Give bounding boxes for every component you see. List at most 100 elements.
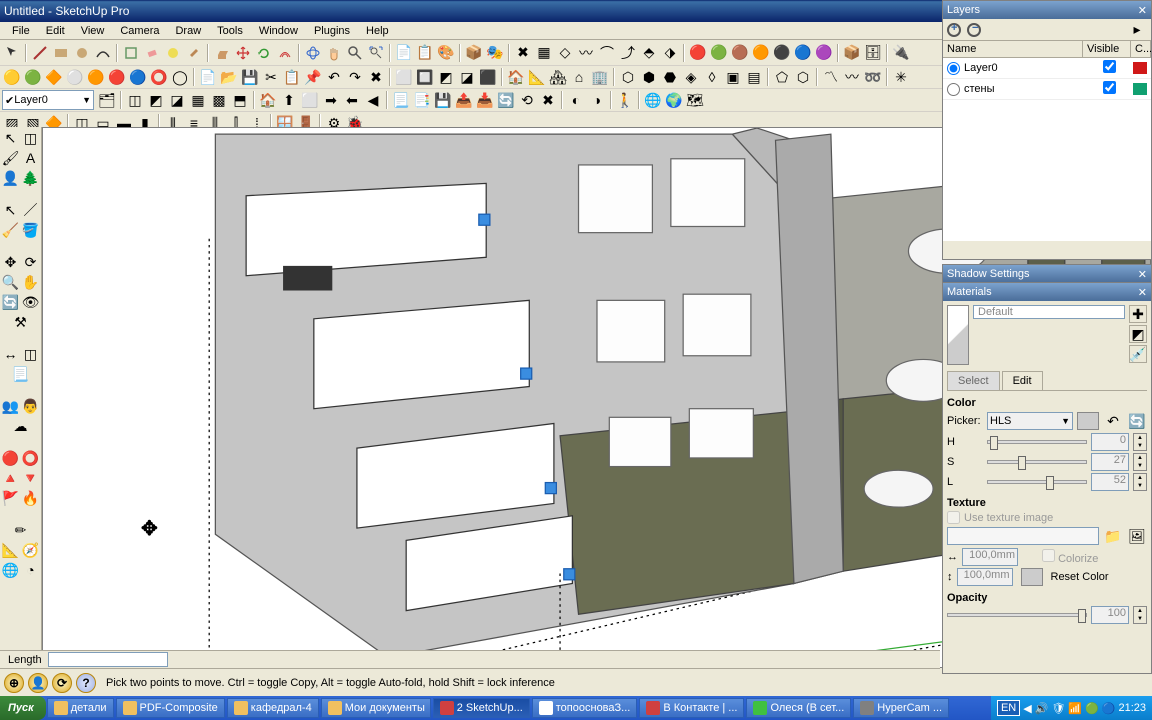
lt-zoom2-icon[interactable]: 🔍 (2, 273, 20, 291)
lt-eraser-icon[interactable]: 🧹 (2, 221, 20, 239)
tray-icon[interactable]: 📶 (1068, 702, 1082, 715)
lt-people-icon[interactable]: 👥 (2, 397, 20, 415)
shadow6-icon[interactable]: ⬒ (230, 90, 250, 110)
ring2-icon[interactable]: ◯ (170, 67, 190, 87)
lt-pie-icon[interactable]: ◔ (22, 561, 40, 579)
model-info-icon[interactable]: 📄 (394, 43, 414, 63)
opacity-slider[interactable] (947, 613, 1087, 617)
sphere5-icon[interactable]: ⚫ (772, 43, 792, 63)
sphere1-icon[interactable]: 🔴 (688, 43, 708, 63)
open-file-icon[interactable]: 📂 (219, 67, 239, 87)
status-geo-icon[interactable]: ⊕ (4, 673, 24, 693)
s-slider[interactable] (987, 460, 1087, 464)
lt-person-icon[interactable]: 👤 (2, 169, 20, 187)
earth1-icon[interactable]: 🌐 (643, 90, 663, 110)
wire4-icon[interactable]: ◈ (681, 67, 701, 87)
orbit-tool-icon[interactable] (303, 43, 323, 63)
copy-icon[interactable]: 📋 (282, 67, 302, 87)
paint-tool-icon[interactable] (184, 43, 204, 63)
reset-color-button[interactable]: Reset Color (1051, 571, 1109, 583)
lt-cloud-icon[interactable]: ☁ (12, 417, 30, 435)
curve3-icon[interactable]: ⤴ (618, 43, 638, 63)
left-icon[interactable]: ◀ (363, 90, 383, 110)
task-item[interactable]: В Контакте | ... (639, 698, 744, 718)
page3-icon[interactable]: 💾 (433, 90, 453, 110)
lt-red3-icon[interactable]: 🔺 (2, 469, 20, 487)
curve-icon[interactable]: 〰 (576, 43, 596, 63)
slice2-icon[interactable]: ◑ (587, 90, 607, 110)
material-name-input[interactable] (973, 305, 1125, 319)
teal-icon[interactable]: 🔵 (128, 67, 148, 87)
remove-layer-icon[interactable]: − (967, 23, 981, 37)
use-texture-checkbox[interactable] (947, 511, 960, 524)
l-spinner[interactable]: ▲▼ (1133, 473, 1147, 491)
new-file-icon[interactable]: 📄 (198, 67, 218, 87)
status-help-icon[interactable]: ? (76, 673, 96, 693)
orange-icon[interactable]: 🟠 (86, 67, 106, 87)
task-item[interactable]: 2 SketchUp... (433, 698, 530, 718)
circle-tool-icon[interactable] (72, 43, 92, 63)
sample-material-icon[interactable]: 💉 (1129, 345, 1147, 363)
page8-icon[interactable]: ✖ (538, 90, 558, 110)
front-icon[interactable]: ⬜ (300, 90, 320, 110)
cut-icon[interactable]: ✂ (261, 67, 281, 87)
shadow5-icon[interactable]: ▩ (209, 90, 229, 110)
rotate-tool-icon[interactable] (254, 43, 274, 63)
iso-icon[interactable]: 🏠 (258, 90, 278, 110)
entity-info-icon[interactable]: 📋 (415, 43, 435, 63)
lt-pan2-icon[interactable]: ✋ (22, 273, 40, 291)
sphere4-icon[interactable]: 🟠 (751, 43, 771, 63)
create-material-icon[interactable]: ✚ (1129, 305, 1147, 323)
shadow1-icon[interactable]: ◫ (125, 90, 145, 110)
house4-icon[interactable]: ⌂ (569, 67, 589, 87)
shadow-title[interactable]: Shadow Settings✕ (943, 265, 1151, 283)
layer-radio[interactable] (947, 62, 960, 75)
paste-icon[interactable]: 📌 (303, 67, 323, 87)
lt-page-icon[interactable]: 📃 (12, 365, 30, 383)
lt-red1-icon[interactable]: 🔴 (2, 449, 20, 467)
shape2-icon[interactable]: ⬗ (660, 43, 680, 63)
s-spinner[interactable]: ▲▼ (1133, 453, 1147, 471)
shadow4-icon[interactable]: ▦ (188, 90, 208, 110)
lt-text-icon[interactable]: A (22, 149, 40, 167)
status-sync-icon[interactable]: ⟳ (52, 673, 72, 693)
sphere6-icon[interactable]: 🔵 (793, 43, 813, 63)
task-item[interactable]: HyperCam ... (853, 698, 949, 718)
layer-color-swatch[interactable] (1133, 62, 1147, 74)
lt-bucket-icon[interactable]: 🪣 (22, 221, 40, 239)
yellow-icon[interactable]: 🟡 (2, 67, 22, 87)
lt-arrow-icon[interactable]: ↖ (2, 201, 20, 219)
layers-title[interactable]: Layers✕ (943, 1, 1151, 19)
sphere3-icon[interactable]: 🟤 (730, 43, 750, 63)
tape-tool-icon[interactable] (163, 43, 183, 63)
lt-red4-icon[interactable]: 🔻 (22, 469, 40, 487)
box-icon[interactable]: 📦 (842, 43, 862, 63)
lt-walk2-icon[interactable]: 👁 (22, 293, 40, 311)
lt-flag-icon[interactable]: 🚩 (2, 489, 20, 507)
select-tool-icon[interactable] (2, 43, 22, 63)
page6-icon[interactable]: 🔄 (496, 90, 516, 110)
reset-color-icon[interactable]: 🔄 (1127, 411, 1147, 431)
wire1-icon[interactable]: ⬡ (618, 67, 638, 87)
solid1-icon[interactable]: ⬠ (772, 67, 792, 87)
system-tray[interactable]: EN ◀ 🔊 🛡 📶 🟢 🔵 21:23 (991, 696, 1152, 720)
cube4-icon[interactable]: ◪ (457, 67, 477, 87)
wire5-icon[interactable]: ◊ (702, 67, 722, 87)
sandbox2-icon[interactable]: 〰 (842, 67, 862, 87)
add-layer-icon[interactable]: + (947, 23, 961, 37)
house3-icon[interactable]: 🏘 (548, 67, 568, 87)
lt-select-icon[interactable]: ↖ (2, 129, 20, 147)
tray-icon[interactable]: 🔊 (1035, 702, 1049, 715)
status-claim-icon[interactable]: 👤 (28, 673, 48, 693)
house5-icon[interactable]: 🏢 (590, 67, 610, 87)
box2-icon[interactable]: 🗄 (863, 43, 883, 63)
menu-plugins[interactable]: Plugins (306, 23, 358, 39)
layers-close-icon[interactable]: ✕ (1138, 4, 1147, 17)
menu-edit[interactable]: Edit (38, 23, 73, 39)
cube3-icon[interactable]: ◩ (436, 67, 456, 87)
curve2-icon[interactable]: ⌒ (597, 43, 617, 63)
layer-row[interactable]: Layer0 (943, 58, 1151, 79)
top-icon[interactable]: ⬆ (279, 90, 299, 110)
tray-icon[interactable]: 🔵 (1102, 702, 1116, 715)
materials-close-icon[interactable]: ✕ (1138, 286, 1147, 299)
